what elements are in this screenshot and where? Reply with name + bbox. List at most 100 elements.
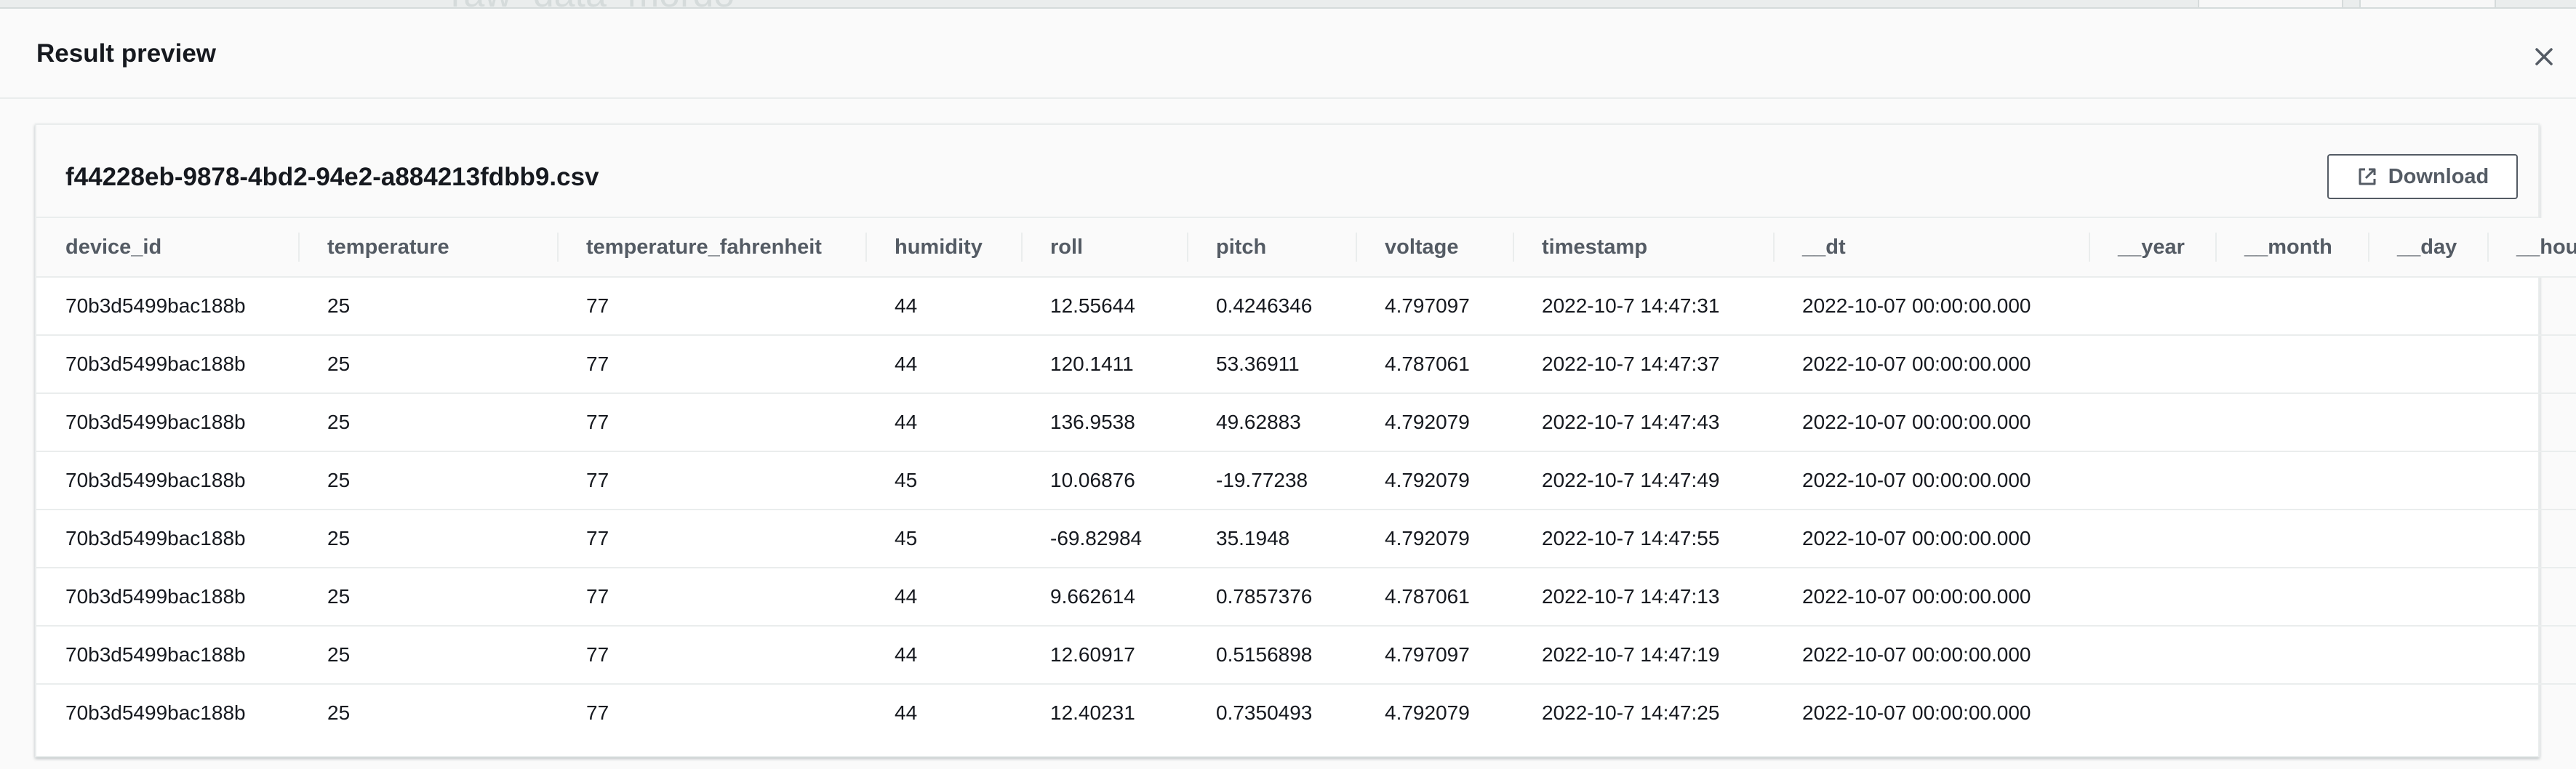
table-cell	[2487, 568, 2576, 627]
table-cell	[2487, 451, 2576, 510]
table-cell: 2022-10-07 00:00:00.000	[1773, 277, 2089, 336]
table-cell: 77	[557, 568, 865, 627]
table-row: 70b3d5499bac188b 25 77 45 -69.82984 35.1948 4.…	[36, 510, 2576, 568]
table-cell	[2368, 335, 2487, 394]
column-header-humidity[interactable]: humidity	[865, 218, 1021, 278]
column-divider[interactable]	[2089, 233, 2090, 262]
column-header-label: __dt	[1802, 235, 1846, 259]
table-cell: 12.40231	[1050, 701, 1135, 724]
table-cell: 77	[557, 510, 865, 568]
table-cell: 136.9538	[1021, 393, 1187, 452]
table-cell	[2487, 335, 2576, 394]
table-cell	[2368, 451, 2487, 510]
table-cell: 2022-10-7 14:47:37	[1513, 335, 1773, 394]
close-icon	[2535, 48, 2553, 65]
table-cell: 4.787061	[1356, 335, 1513, 394]
close-button[interactable]	[2528, 41, 2560, 73]
column-header-roll[interactable]: roll	[1021, 218, 1187, 278]
column-header-year[interactable]: __year	[2089, 218, 2215, 278]
table-cell	[2368, 393, 2487, 452]
table-cell	[2089, 451, 2215, 510]
table-cell: 77	[557, 277, 865, 336]
table-cell: 44	[865, 393, 1021, 452]
table-cell: 77	[557, 393, 865, 452]
column-header-temperature[interactable]: temperature	[298, 218, 557, 278]
column-header-device-id[interactable]: device_id	[36, 218, 298, 278]
table-cell: 44	[865, 277, 1021, 336]
table-cell: 4.792079	[1356, 393, 1513, 452]
table-cell: 77	[586, 701, 609, 724]
table-cell: 2022-10-7 14:47:31	[1513, 277, 1773, 336]
table-cell: 70b3d5499bac188b	[36, 626, 298, 685]
column-header-voltage[interactable]: voltage	[1356, 218, 1513, 278]
column-header-day[interactable]: __day	[2368, 218, 2487, 278]
table-row: 70b3d5499bac188b 25 77 44 12.55644 0.4246346 4…	[36, 277, 2576, 336]
table-cell: 2022-10-7 14:47:25	[1542, 701, 1720, 724]
column-divider[interactable]	[1773, 233, 1775, 262]
download-label: Download	[2388, 164, 2489, 188]
download-button[interactable]: Download	[2327, 154, 2518, 199]
table-cell: 25	[298, 568, 557, 627]
table-cell	[2215, 626, 2368, 685]
table-cell: 44	[865, 335, 1021, 394]
table-cell	[2215, 393, 2368, 452]
table-cell: 0.7350493	[1216, 701, 1313, 724]
table-cell: 2022-10-07 00:00:00.000	[1773, 568, 2089, 627]
table-cell: 44	[865, 568, 1021, 627]
table-row: 70b3d5499bac188b 25 77 45 10.06876 -19.77238 4…	[36, 451, 2576, 510]
result-table: device_id temperature temperature_fahrenhe…	[36, 218, 2576, 741]
table-cell	[2487, 684, 2576, 741]
column-header-month[interactable]: __month	[2215, 218, 2368, 278]
column-divider[interactable]	[557, 233, 559, 262]
table-cell	[2487, 393, 2576, 452]
column-divider[interactable]	[1187, 233, 1188, 262]
column-divider[interactable]	[1021, 233, 1023, 262]
table-cell: 12.55644	[1021, 277, 1187, 336]
table-cell	[2215, 451, 2368, 510]
column-divider[interactable]	[865, 233, 867, 262]
table-cell	[2089, 684, 2215, 741]
table-cell: 25	[298, 626, 557, 685]
column-divider[interactable]	[2368, 233, 2369, 262]
table-cell: 2022-10-7 14:47:49	[1513, 451, 1773, 510]
column-divider[interactable]	[1513, 233, 1514, 262]
modal-title: Result preview	[36, 39, 217, 68]
column-header-label: timestamp	[1542, 235, 1648, 259]
column-header-label: roll	[1050, 235, 1084, 259]
table-cell	[2368, 684, 2487, 741]
table-cell: 10.06876	[1021, 451, 1187, 510]
table-cell	[2487, 626, 2576, 685]
table-cell: 4.792079	[1385, 701, 1470, 724]
table-cell: 25	[298, 335, 557, 394]
column-divider[interactable]	[1356, 233, 1357, 262]
table-cell: 70b3d5499bac188b	[36, 277, 298, 336]
column-header-temperature-fahrenheit[interactable]: temperature_fahrenheit	[557, 218, 865, 278]
table-cell: 70b3d5499bac188b	[36, 510, 298, 568]
file-preview-panel: f44228eb-9878-4bd2-94e2-a884213fdbb9.csv…	[35, 124, 2576, 757]
column-header-label: device_id	[65, 235, 162, 259]
column-header-label: humidity	[895, 235, 983, 259]
table-cell	[2089, 568, 2215, 627]
table-cell: 45	[865, 510, 1021, 568]
table-cell: 2022-10-07 00:00:00.000	[1773, 451, 2089, 510]
table-cell: 2022-10-07 00:00:00.000	[1802, 701, 2031, 724]
column-divider[interactable]	[2215, 233, 2217, 262]
table-cell: 45	[865, 451, 1021, 510]
table-cell: 53.36911	[1187, 335, 1356, 394]
table-cell: 70b3d5499bac188b	[36, 568, 298, 627]
column-divider[interactable]	[2487, 233, 2489, 262]
panel-header: f44228eb-9878-4bd2-94e2-a884213fdbb9.csv…	[36, 125, 2538, 218]
table-header-row: device_id temperature temperature_fahrenhe…	[36, 218, 2576, 278]
column-header-hour[interactable]: __hour	[2487, 218, 2576, 278]
table-cell: 35.1948	[1187, 510, 1356, 568]
column-divider[interactable]	[298, 233, 300, 262]
table-cell: 25	[327, 701, 351, 724]
column-header-pitch[interactable]: pitch	[1187, 218, 1356, 278]
table-cell: 25	[298, 510, 557, 568]
table-cell: 70b3d5499bac188b	[65, 701, 246, 724]
table-cell: 4.797097	[1356, 277, 1513, 336]
table-cell: 25	[298, 451, 557, 510]
table-cell: 0.7857376	[1187, 568, 1356, 627]
column-header-dt[interactable]: __dt	[1773, 218, 2089, 278]
column-header-timestamp[interactable]: timestamp	[1513, 218, 1773, 278]
